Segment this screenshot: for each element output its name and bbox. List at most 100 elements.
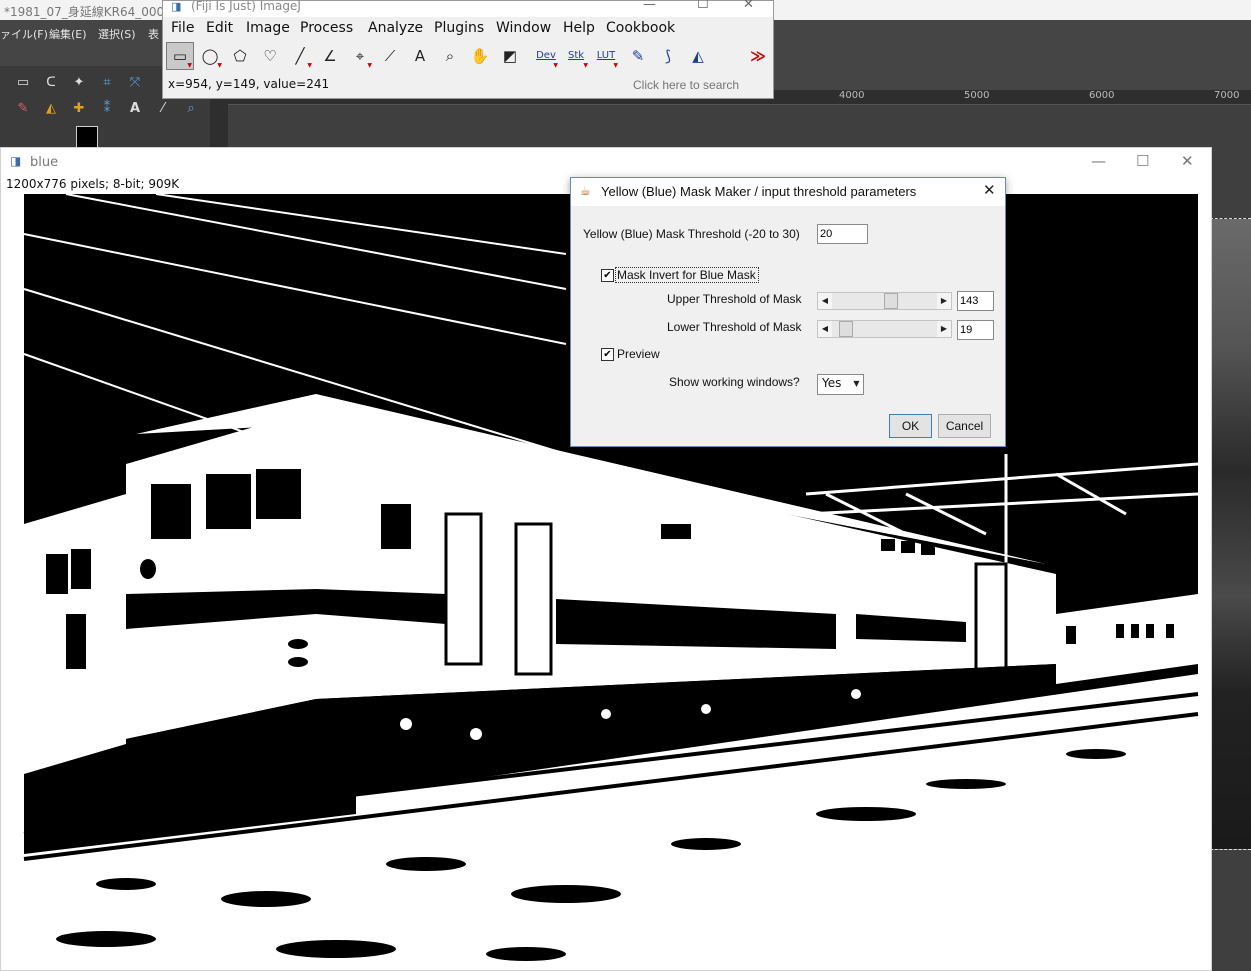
foreground-color-swatch[interactable] [76,126,98,148]
rectangle-tool-icon[interactable]: ▭ ▼ [166,42,194,70]
lasso-icon[interactable]: ᑕ [42,74,60,92]
lower-threshold-label: Lower Threshold of Mask [667,320,802,334]
color-picker-icon[interactable]: ◩ [496,42,524,70]
imagej-app-icon: ◨ [171,0,182,13]
slider-right-arrow-icon[interactable]: ▶ [937,293,951,309]
image-window-title: blue [30,155,59,170]
image-window-titlebar: ◨ blue — ☐ ✕ [1,148,1211,178]
dev-tool-button[interactable]: Dev ▼ [532,42,560,70]
brush-icon[interactable]: ⟆ [654,42,682,70]
cancel-button[interactable]: Cancel [938,414,991,438]
menu-edit[interactable]: Edit [206,20,233,36]
menu-analyze[interactable]: Analyze [368,20,423,36]
empty-tool-slot[interactable] [714,42,742,70]
gimp-photo-peek [1210,218,1251,850]
imagej-titlebar: ◨ (Fiji Is Just) ImageJ — ☐ ✕ [163,0,773,17]
gimp-menu-file[interactable]: ァイル(F) [0,26,48,42]
slider-left-arrow-icon[interactable]: ◀ [818,293,832,309]
lower-threshold-input[interactable] [957,320,994,340]
angle-tool-icon[interactable]: ∠ [316,42,344,70]
stk-tool-button[interactable]: Stk ▼ [562,42,590,70]
menu-process[interactable]: Process [300,20,353,36]
working-windows-label: Show working windows? [669,375,800,389]
gimp-title: *1981_07_身延線KR64_0001 [4,5,172,19]
menu-cookbook[interactable]: Cookbook [606,20,675,36]
freehand-tool-icon[interactable]: ♡ [256,42,284,70]
line-tool-icon[interactable]: ╱ ▼ [286,42,314,70]
paths-icon[interactable]: ⁑ [98,100,116,118]
mask-invert-checkbox[interactable]: ✔ [601,269,614,282]
image-window-icon: ◨ [10,154,22,168]
close-icon[interactable]: ✕ [743,0,754,12]
menu-plugins[interactable]: Plugins [434,20,484,36]
wand-tool-icon[interactable]: ⟋ [376,42,404,70]
preview-label: Preview [617,347,660,361]
polygon-tool-icon[interactable]: ⬠ [226,42,254,70]
gimp-menu-view[interactable]: 表 [148,26,159,42]
maximize-icon[interactable]: ☐ [1136,152,1149,170]
menu-window[interactable]: Window [496,20,551,36]
status-text: x=954, y=149, value=241 [168,77,330,91]
chevron-down-icon: ▼ [853,379,860,388]
text-tool-icon[interactable]: A [406,42,434,70]
gimp-menu-select[interactable]: 選択(S) [98,26,136,42]
menu-file[interactable]: File [171,20,194,36]
minimize-icon[interactable]: — [643,0,656,12]
image-info: 1200x776 pixels; 8-bit; 909K [6,177,180,191]
search-input[interactable] [633,75,771,95]
dialog-titlebar: ☕ Yellow (Blue) Mask Maker / input thres… [571,178,1005,206]
menu-help[interactable]: Help [563,20,595,36]
dev-tool-label: Dev [536,50,556,61]
pencil-icon[interactable]: ✎ [624,42,652,70]
upper-threshold-input[interactable] [957,291,994,311]
flood-fill-icon[interactable]: ◭ [684,42,712,70]
crop-icon[interactable]: ⌗ [98,74,116,92]
upper-threshold-label: Upper Threshold of Mask [667,292,802,306]
slider-right-arrow-icon[interactable]: ▶ [937,321,951,337]
java-cup-icon: ☕ [580,184,591,198]
point-tool-icon[interactable]: ⌖ ▼ [346,42,374,70]
minimize-icon[interactable]: — [1091,152,1106,170]
select-value: Yes [822,376,842,390]
hand-tool-icon[interactable]: ✋ [466,42,494,70]
slider-thumb[interactable] [839,321,853,337]
mask-maker-dialog: ☕ Yellow (Blue) Mask Maker / input thres… [570,177,1006,447]
lut-tool-label: LUT [596,50,616,61]
rect-select-icon[interactable]: ▭ [14,74,32,92]
more-tools-icon[interactable]: ≫ [744,42,772,70]
magnifier-icon[interactable]: ⌕ [436,42,464,70]
imagej-window: ◨ (Fiji Is Just) ImageJ — ☐ ✕ File Edit … [162,0,774,99]
threshold-input[interactable] [817,224,868,244]
fuzzy-select-icon[interactable]: ✦ [70,74,88,92]
gimp-menu-edit[interactable]: 編集(E) [49,26,87,42]
imagej-title: (Fiji Is Just) ImageJ [191,0,301,13]
oval-tool-icon[interactable]: ◯ ▼ [196,42,224,70]
maximize-icon[interactable]: ☐ [697,0,709,12]
preview-checkbox[interactable]: ✔ [601,348,614,361]
ruler-label: 4000 [839,90,865,101]
bucket-icon[interactable]: ◭ [42,100,60,118]
dialog-title: Yellow (Blue) Mask Maker / input thresho… [601,184,917,199]
threshold-label: Yellow (Blue) Mask Threshold (-20 to 30) [583,227,800,241]
zoom-icon[interactable]: ⌕ [182,100,200,118]
mask-invert-label: Mask Invert for Blue Mask [617,268,756,282]
picker-icon[interactable]: ⁄ [154,100,172,118]
text-tool-icon[interactable]: A [126,100,144,118]
lut-tool-button[interactable]: LUT ▼ [592,42,620,70]
heal-icon[interactable]: ✚ [70,100,88,118]
slider-thumb[interactable] [884,293,898,309]
slider-left-arrow-icon[interactable]: ◀ [818,321,832,337]
ruler-label: 6000 [1089,90,1115,101]
lower-threshold-slider[interactable]: ◀ ▶ [817,320,952,338]
stk-tool-label: Stk [567,50,585,61]
ruler-label: 5000 [964,90,990,101]
menu-image[interactable]: Image [246,20,290,36]
transform-icon[interactable]: ⤧ [126,74,144,92]
eraser-icon[interactable]: ✎ [14,100,32,118]
close-icon[interactable]: ✕ [1181,152,1194,170]
upper-threshold-slider[interactable]: ◀ ▶ [817,292,952,310]
ok-button[interactable]: OK [889,414,932,438]
close-icon[interactable]: ✕ [983,181,996,199]
working-windows-select[interactable]: Yes ▼ [817,374,864,395]
ruler-label: 7000 [1214,90,1240,101]
